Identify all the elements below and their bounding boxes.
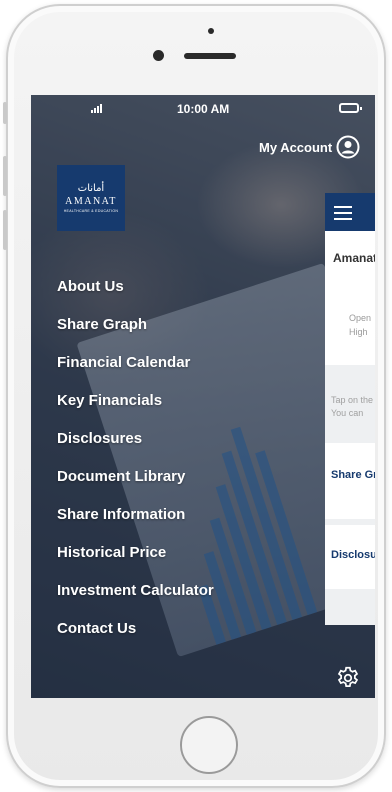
logo-arabic: أمانات bbox=[77, 183, 105, 194]
amanat-logo: أمانات AMANAT HEALTHCARE & EDUCATION bbox=[57, 165, 125, 231]
menu-item-contact-us[interactable]: Contact Us bbox=[57, 617, 214, 655]
menu-item-share-information[interactable]: Share Information bbox=[57, 503, 214, 541]
menu-item-document-library[interactable]: Document Library bbox=[57, 465, 214, 503]
battery-icon bbox=[339, 103, 362, 113]
panel-divider bbox=[325, 519, 375, 525]
menu-item-historical-price[interactable]: Historical Price bbox=[57, 541, 214, 579]
menu-item-key-financials[interactable]: Key Financials bbox=[57, 389, 214, 427]
volume-up-button bbox=[3, 156, 7, 196]
my-account-button[interactable]: My Account bbox=[259, 135, 360, 159]
side-menu: About Us Share Graph Financial Calendar … bbox=[57, 275, 214, 655]
disclosures-card[interactable]: Disclosures bbox=[331, 549, 375, 561]
signal-icon bbox=[91, 104, 102, 113]
volume-down-button bbox=[3, 210, 7, 250]
share-graph-card[interactable]: Share Graph bbox=[331, 469, 375, 481]
tap-hint: Tap on the bbox=[331, 395, 374, 405]
status-bar: 10:00 AM bbox=[31, 95, 375, 121]
app-screen: 10:00 AM My Account أمانات AMANAT HEALTH… bbox=[31, 95, 375, 698]
high-label: High bbox=[349, 327, 368, 337]
panel-header bbox=[325, 193, 375, 231]
menu-item-disclosures[interactable]: Disclosures bbox=[57, 427, 214, 465]
open-label: Open bbox=[349, 313, 372, 323]
front-camera bbox=[153, 50, 164, 61]
menu-item-financial-calendar[interactable]: Financial Calendar bbox=[57, 351, 214, 389]
gear-icon[interactable] bbox=[335, 665, 361, 691]
my-account-label: My Account bbox=[259, 139, 333, 155]
menu-item-share-graph[interactable]: Share Graph bbox=[57, 313, 214, 351]
menu-item-investment-calculator[interactable]: Investment Calculator bbox=[57, 579, 214, 617]
main-content-panel[interactable]: Amanat Open High Tap on the You can Shar… bbox=[325, 193, 375, 625]
can-hint: You can bbox=[331, 408, 364, 418]
hamburger-icon[interactable] bbox=[334, 206, 352, 224]
panel-title: Amanat bbox=[333, 251, 375, 265]
earpiece-speaker bbox=[184, 53, 236, 59]
status-time: 10:00 AM bbox=[177, 102, 230, 116]
home-button[interactable] bbox=[180, 716, 238, 774]
proximity-sensor bbox=[208, 28, 214, 34]
mute-switch bbox=[3, 102, 7, 124]
menu-item-about-us[interactable]: About Us bbox=[57, 275, 214, 313]
user-circle-icon bbox=[336, 135, 360, 159]
logo-tagline: HEALTHCARE & EDUCATION bbox=[63, 209, 119, 213]
panel-footer bbox=[325, 589, 375, 625]
logo-name: AMANAT bbox=[65, 196, 117, 207]
